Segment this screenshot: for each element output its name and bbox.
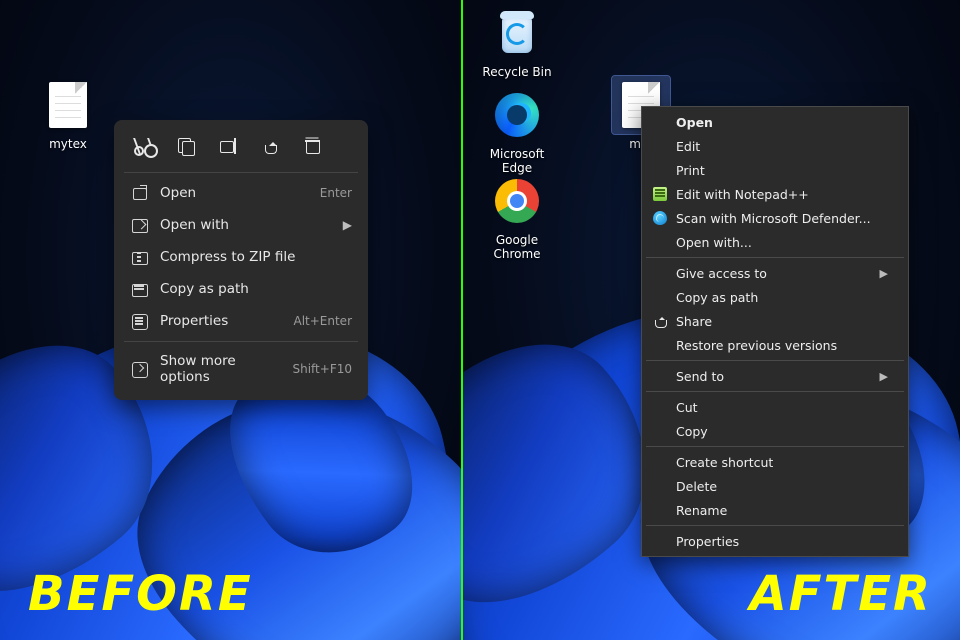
chevron-right-icon: ▶ (880, 370, 888, 383)
menu-copy[interactable]: Copy (644, 419, 906, 443)
menu-give-access[interactable]: Give access to▶ (644, 261, 906, 285)
menu-zip-label: Compress to ZIP file (160, 249, 352, 265)
chrome-icon[interactable]: Google Chrome (477, 172, 557, 262)
before-label: BEFORE (28, 566, 253, 622)
menu-item-label: Copy as path (676, 290, 888, 305)
menu-edit[interactable]: Edit (644, 134, 906, 158)
open-with-icon (131, 217, 147, 233)
menu-copy-as-path[interactable]: Copy as path (120, 273, 362, 305)
menu-properties[interactable]: Properties (644, 529, 906, 553)
file-icon-left[interactable]: mytex (28, 76, 108, 152)
menu-item-label: Restore previous versions (676, 338, 888, 353)
cut-button[interactable] (130, 132, 158, 160)
menu-open-hint: Enter (320, 186, 352, 200)
menu-show-more-label: Show more options (160, 353, 280, 385)
menu-show-more[interactable]: Show more options Shift+F10 (120, 346, 362, 392)
menu-separator (646, 446, 904, 447)
zip-icon (131, 249, 147, 265)
edge-glyph (495, 93, 539, 137)
menu-open-label: Open (160, 185, 308, 201)
menu-item-label: Open with... (676, 235, 888, 250)
menu-open[interactable]: Open (644, 110, 906, 134)
after-panel: Recycle Bin Microsoft Edge Google Chrome… (463, 0, 960, 640)
menu-scan-defender[interactable]: Scan with Microsoft Defender... (644, 206, 906, 230)
menu-item-label: Edit with Notepad++ (676, 187, 888, 202)
menu-item-label: Edit (676, 139, 888, 154)
menu-separator (646, 391, 904, 392)
classic-context-menu: Open Edit Print Edit with Notepad++ Scan… (641, 106, 909, 557)
menu-separator (124, 341, 358, 342)
win11-context-menu: Open Enter Open with ▶ Compress to ZIP f… (114, 120, 368, 400)
chrome-label: Google Chrome (477, 234, 557, 262)
notepadpp-icon (652, 186, 668, 202)
path-icon (131, 281, 147, 297)
menu-item-label: Share (676, 314, 888, 329)
menu-item-label: Copy (676, 424, 888, 439)
share-icon (262, 138, 278, 154)
menu-edit-notepadpp[interactable]: Edit with Notepad++ (644, 182, 906, 206)
menu-item-label: Delete (676, 479, 888, 494)
share-icon (652, 313, 668, 329)
menu-properties-label: Properties (160, 313, 281, 329)
recycle-bin-icon[interactable]: Recycle Bin (477, 4, 557, 80)
menu-separator (124, 172, 358, 173)
more-icon (131, 361, 147, 377)
after-label: AFTER (750, 566, 932, 622)
recycle-bin-glyph (493, 9, 541, 57)
menu-open-with-label: Open with (160, 217, 331, 233)
menu-item-label: Create shortcut (676, 455, 888, 470)
before-panel: mytex Open Enter Open with ▶ Compress to… (0, 0, 461, 640)
rename-button[interactable] (214, 132, 242, 160)
file-label: mytex (28, 138, 108, 152)
menu-item-label: Print (676, 163, 888, 178)
menu-item-label: Send to (676, 369, 880, 384)
cut-icon (136, 138, 152, 154)
chevron-right-icon: ▶ (343, 218, 352, 232)
menu-properties[interactable]: Properties Alt+Enter (120, 305, 362, 337)
menu-item-label: Properties (676, 534, 888, 549)
menu-open[interactable]: Open Enter (120, 177, 362, 209)
menu-item-label: Open (676, 115, 888, 130)
menu-separator (646, 257, 904, 258)
menu-item-label: Give access to (676, 266, 880, 281)
menu-rename[interactable]: Rename (644, 498, 906, 522)
menu-separator (646, 525, 904, 526)
menu-item-label: Rename (676, 503, 888, 518)
rename-icon (220, 138, 236, 154)
defender-icon (652, 210, 668, 226)
menu-create-shortcut[interactable]: Create shortcut (644, 450, 906, 474)
chevron-right-icon: ▶ (880, 267, 888, 280)
text-file-icon (49, 82, 87, 128)
menu-copy-as-path[interactable]: Copy as path (644, 285, 906, 309)
menu-properties-hint: Alt+Enter (293, 314, 352, 328)
open-icon (131, 185, 147, 201)
menu-delete[interactable]: Delete (644, 474, 906, 498)
menu-item-label: Cut (676, 400, 888, 415)
copy-icon (178, 138, 194, 154)
chrome-glyph (495, 179, 539, 223)
edge-icon[interactable]: Microsoft Edge (477, 86, 557, 176)
delete-button[interactable] (298, 132, 326, 160)
menu-zip[interactable]: Compress to ZIP file (120, 241, 362, 273)
menu-open-with[interactable]: Open with ▶ (120, 209, 362, 241)
menu-open-with[interactable]: Open with... (644, 230, 906, 254)
recycle-bin-label: Recycle Bin (477, 66, 557, 80)
menu-item-label: Scan with Microsoft Defender... (676, 211, 888, 226)
menu-show-more-hint: Shift+F10 (292, 362, 352, 376)
trash-icon (304, 138, 320, 154)
menu-share[interactable]: Share (644, 309, 906, 333)
menu-print[interactable]: Print (644, 158, 906, 182)
menu-copy-as-path-label: Copy as path (160, 281, 352, 297)
menu-restore-versions[interactable]: Restore previous versions (644, 333, 906, 357)
menu-cut[interactable]: Cut (644, 395, 906, 419)
properties-icon (131, 313, 147, 329)
menu-send-to[interactable]: Send to▶ (644, 364, 906, 388)
share-button[interactable] (256, 132, 284, 160)
menu-separator (646, 360, 904, 361)
copy-button[interactable] (172, 132, 200, 160)
